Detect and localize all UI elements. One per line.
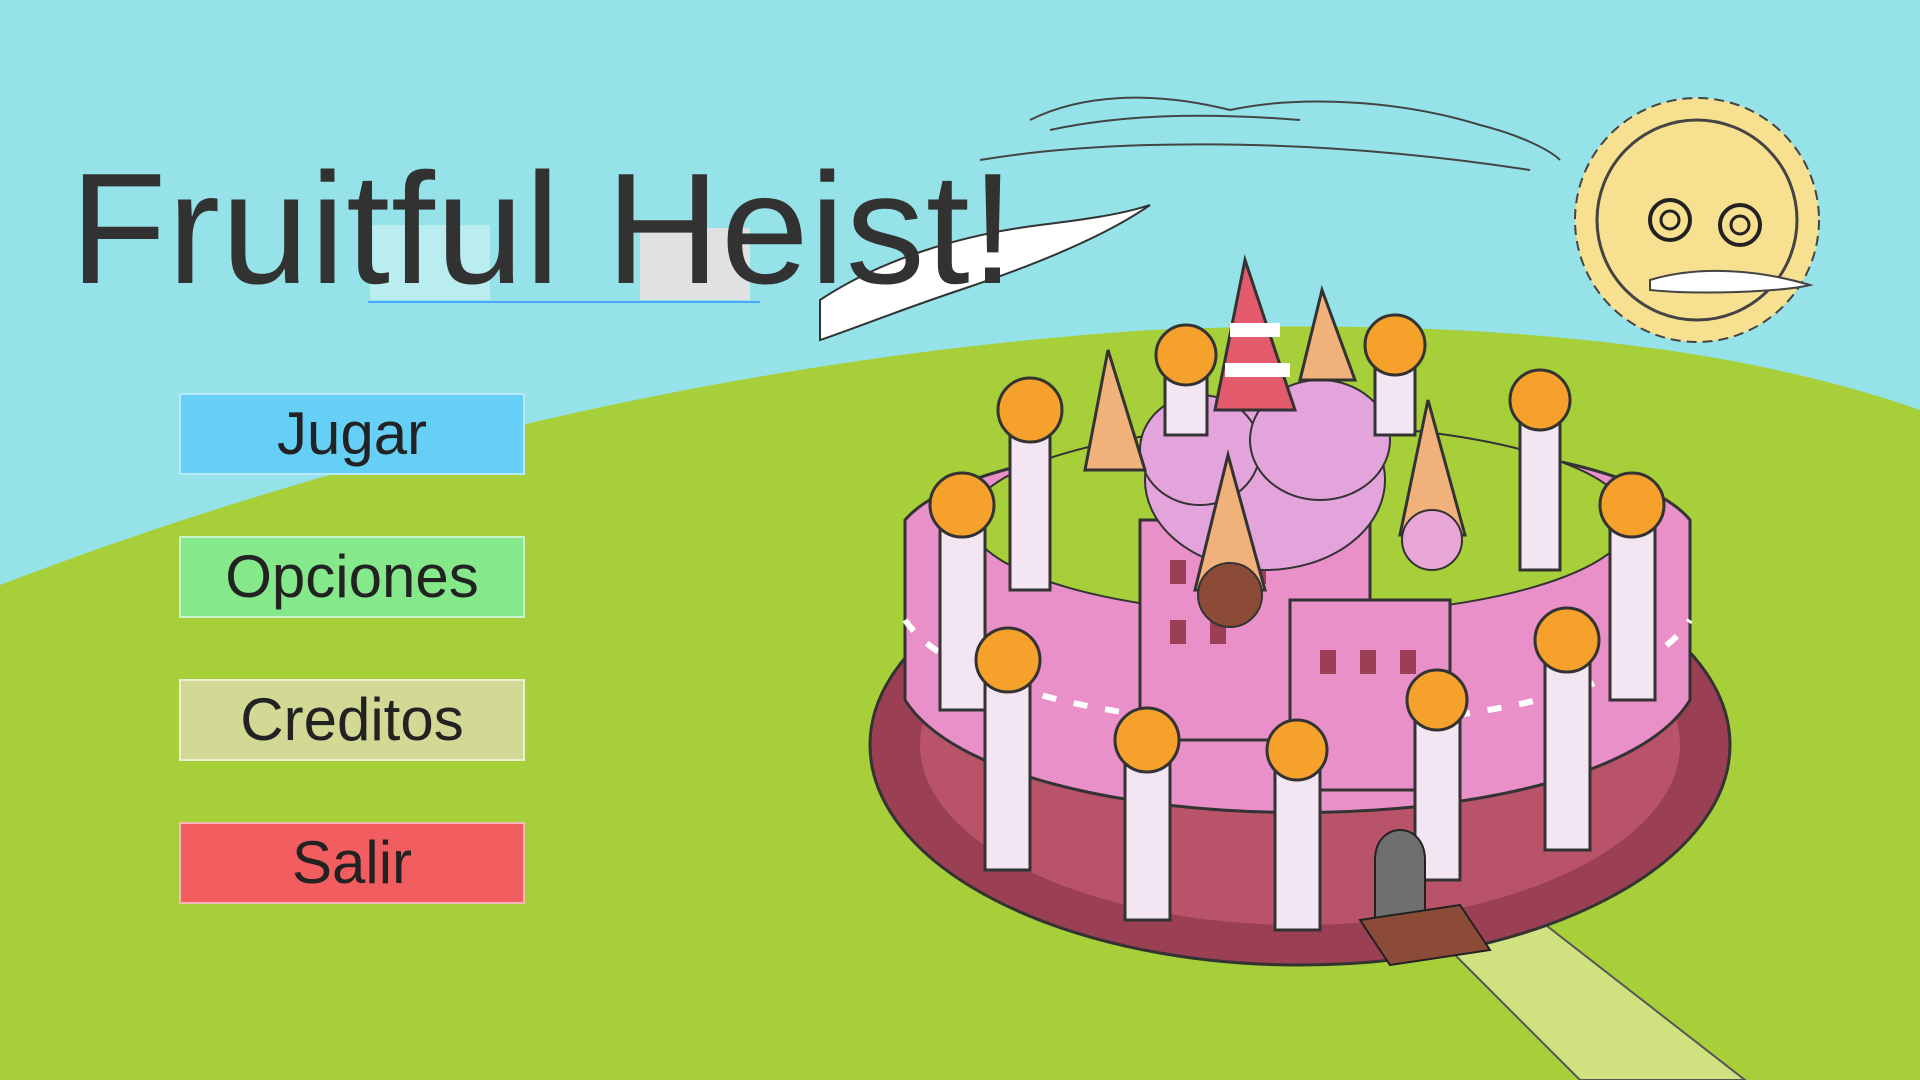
main-menu: Jugar Opciones Creditos Salir	[179, 393, 525, 965]
play-button[interactable]: Jugar	[179, 393, 525, 475]
options-button[interactable]: Opciones	[179, 536, 525, 618]
game-title: Fruitful Heist!	[70, 141, 1016, 317]
credits-button[interactable]: Creditos	[179, 679, 525, 761]
exit-button[interactable]: Salir	[179, 822, 525, 904]
sun-icon	[1574, 97, 1820, 343]
